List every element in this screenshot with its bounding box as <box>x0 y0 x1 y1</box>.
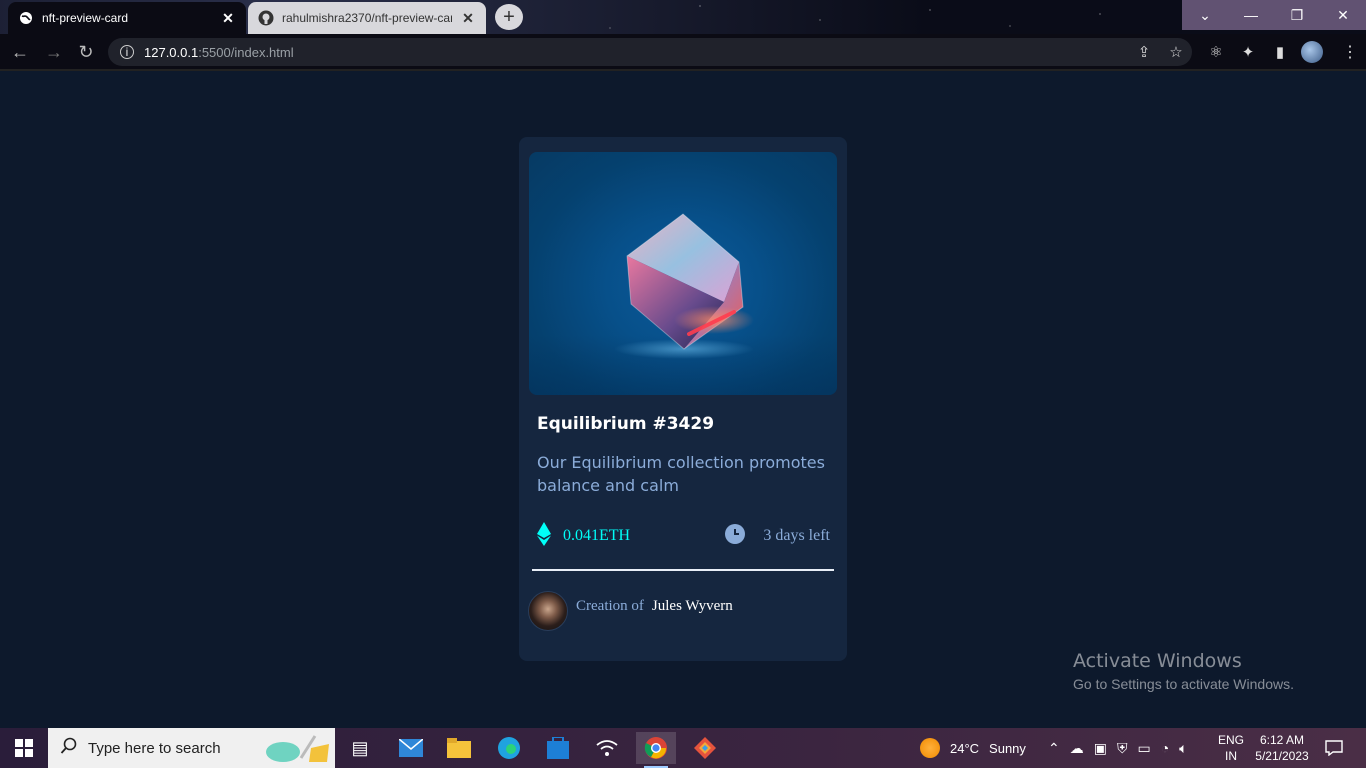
share-icon[interactable]: ⇪ <box>1132 40 1156 64</box>
weather-temp: 24°C <box>950 740 980 756</box>
chevron-up-icon[interactable]: ⌃ <box>1048 740 1060 757</box>
clock-date: 5/21/2023 <box>1255 749 1309 763</box>
restore-icon[interactable]: ❐ <box>1274 0 1320 30</box>
volume-icon[interactable]: 🔈︎ <box>1179 740 1187 757</box>
battery-icon[interactable]: ▭ <box>1137 740 1150 757</box>
browser-toolbar: ← → ↻ i 127.0.0.1:5500/index.html ⇪ ☆ ⚛ … <box>0 34 1366 70</box>
notification-icon[interactable] <box>1322 736 1346 760</box>
cloud-icon[interactable]: ☁ <box>1070 740 1084 757</box>
nft-price: 0.041ETH <box>563 527 631 544</box>
file-explorer-icon[interactable] <box>439 732 479 764</box>
security-icon[interactable]: ⛨ <box>1117 740 1128 757</box>
tab-github-repo[interactable]: rahulmishra2370/nft-preview-card ✕ <box>248 2 486 34</box>
address-path: :5500/index.html <box>198 44 294 60</box>
edge-icon[interactable] <box>489 732 529 764</box>
store-icon[interactable] <box>538 732 578 764</box>
reload-icon[interactable]: ↻ <box>74 40 98 64</box>
creator-name[interactable]: Jules Wyvern <box>652 598 733 615</box>
browser-tab-bar: nft-preview-card ✕ rahulmishra2370/nft-p… <box>0 0 1366 34</box>
page-viewport: Equilibrium #3429 Our Equilibrium collec… <box>0 71 1366 728</box>
language-region: IN <box>1225 749 1237 763</box>
creator-avatar <box>528 591 568 631</box>
info-icon[interactable]: i <box>120 45 134 59</box>
address-host: 127.0.0.1 <box>144 44 199 60</box>
puzzle-icon[interactable]: ✦ <box>1236 40 1260 64</box>
language-code: ENG <box>1217 733 1244 747</box>
chrome-icon[interactable] <box>636 732 676 768</box>
nft-card: Equilibrium #3429 Our Equilibrium collec… <box>519 137 847 661</box>
sidebar-icon[interactable]: ▮ <box>1268 40 1292 64</box>
back-icon[interactable]: ← <box>8 40 32 64</box>
tab-title: rahulmishra2370/nft-preview-card <box>282 11 452 25</box>
tab-title: nft-preview-card <box>42 11 129 25</box>
time-left-row: 3 days left <box>725 522 830 550</box>
search-placeholder: Type here to search <box>88 739 221 757</box>
card-divider <box>532 569 834 571</box>
chevron-down-icon[interactable]: ⌄ <box>1182 0 1228 30</box>
new-tab-button[interactable]: + <box>495 4 523 30</box>
address-bar[interactable]: i 127.0.0.1:5500/index.html <box>108 38 1192 66</box>
sun-icon <box>920 738 940 758</box>
cube-illustration <box>614 213 754 359</box>
search-icon <box>60 737 78 759</box>
mail-icon[interactable] <box>391 732 431 764</box>
minimize-icon[interactable]: — <box>1228 0 1274 30</box>
close-tab-icon[interactable]: ✕ <box>460 10 476 26</box>
creator-row: Creation of Jules Wyvern <box>528 591 733 631</box>
taskbar-clock[interactable]: 6:12 AM 5/21/2023 <box>1252 732 1312 764</box>
network-icon[interactable]: ◔ <box>1161 740 1169 756</box>
clock-time: 6:12 AM <box>1259 733 1305 747</box>
taskbar-search[interactable]: Type here to search <box>48 728 335 768</box>
close-icon[interactable]: ✕ <box>1320 0 1366 30</box>
windows-taskbar: Type here to search ▤ 24°C Sunny ⌃ ☁ ▣ ⛨ <box>0 728 1366 768</box>
clock-icon <box>725 523 746 549</box>
watermark-title: Activate Windows <box>1073 650 1242 672</box>
system-tray: ⌃ ☁ ▣ ⛨ ▭ ◔ 🔈︎ <box>1048 728 1188 768</box>
nft-image[interactable] <box>529 152 837 395</box>
forward-icon[interactable]: → <box>42 40 66 64</box>
creator-label: Creation of <box>576 597 644 614</box>
close-tab-icon[interactable]: ✕ <box>220 10 236 26</box>
meet-icon[interactable]: ▣ <box>1094 740 1107 757</box>
tab-nft-preview-card[interactable]: nft-preview-card ✕ <box>8 2 246 34</box>
star-icon[interactable]: ☆ <box>1164 40 1188 64</box>
more-icon[interactable]: ⋮ <box>1340 40 1360 64</box>
profile-avatar[interactable] <box>1301 41 1323 63</box>
weather-widget[interactable]: 24°C Sunny <box>920 728 1026 768</box>
react-extension-icon[interactable]: ⚛ <box>1204 40 1228 64</box>
price-row: 0.041ETH <box>537 521 631 551</box>
weather-condition: Sunny <box>989 740 1026 756</box>
git-icon[interactable] <box>685 732 725 764</box>
nft-title[interactable]: Equilibrium #3429 <box>537 414 714 434</box>
search-highlight-icon <box>266 735 329 762</box>
activate-windows-watermark: Activate Windows Go to Settings to activ… <box>1073 650 1294 692</box>
task-view-icon[interactable]: ▤ <box>340 732 380 764</box>
wifi-icon[interactable] <box>587 732 627 764</box>
language-indicator[interactable]: ENG IN <box>1216 732 1246 764</box>
github-icon <box>258 10 274 26</box>
globe-icon <box>18 10 34 26</box>
nft-description: Our Equilibrium collection promotes bala… <box>537 453 825 495</box>
watermark-subtitle: Go to Settings to activate Windows. <box>1073 676 1294 692</box>
time-left: 3 days left <box>763 527 830 544</box>
ethereum-icon <box>537 521 551 551</box>
windows-start-icon[interactable] <box>0 728 48 768</box>
